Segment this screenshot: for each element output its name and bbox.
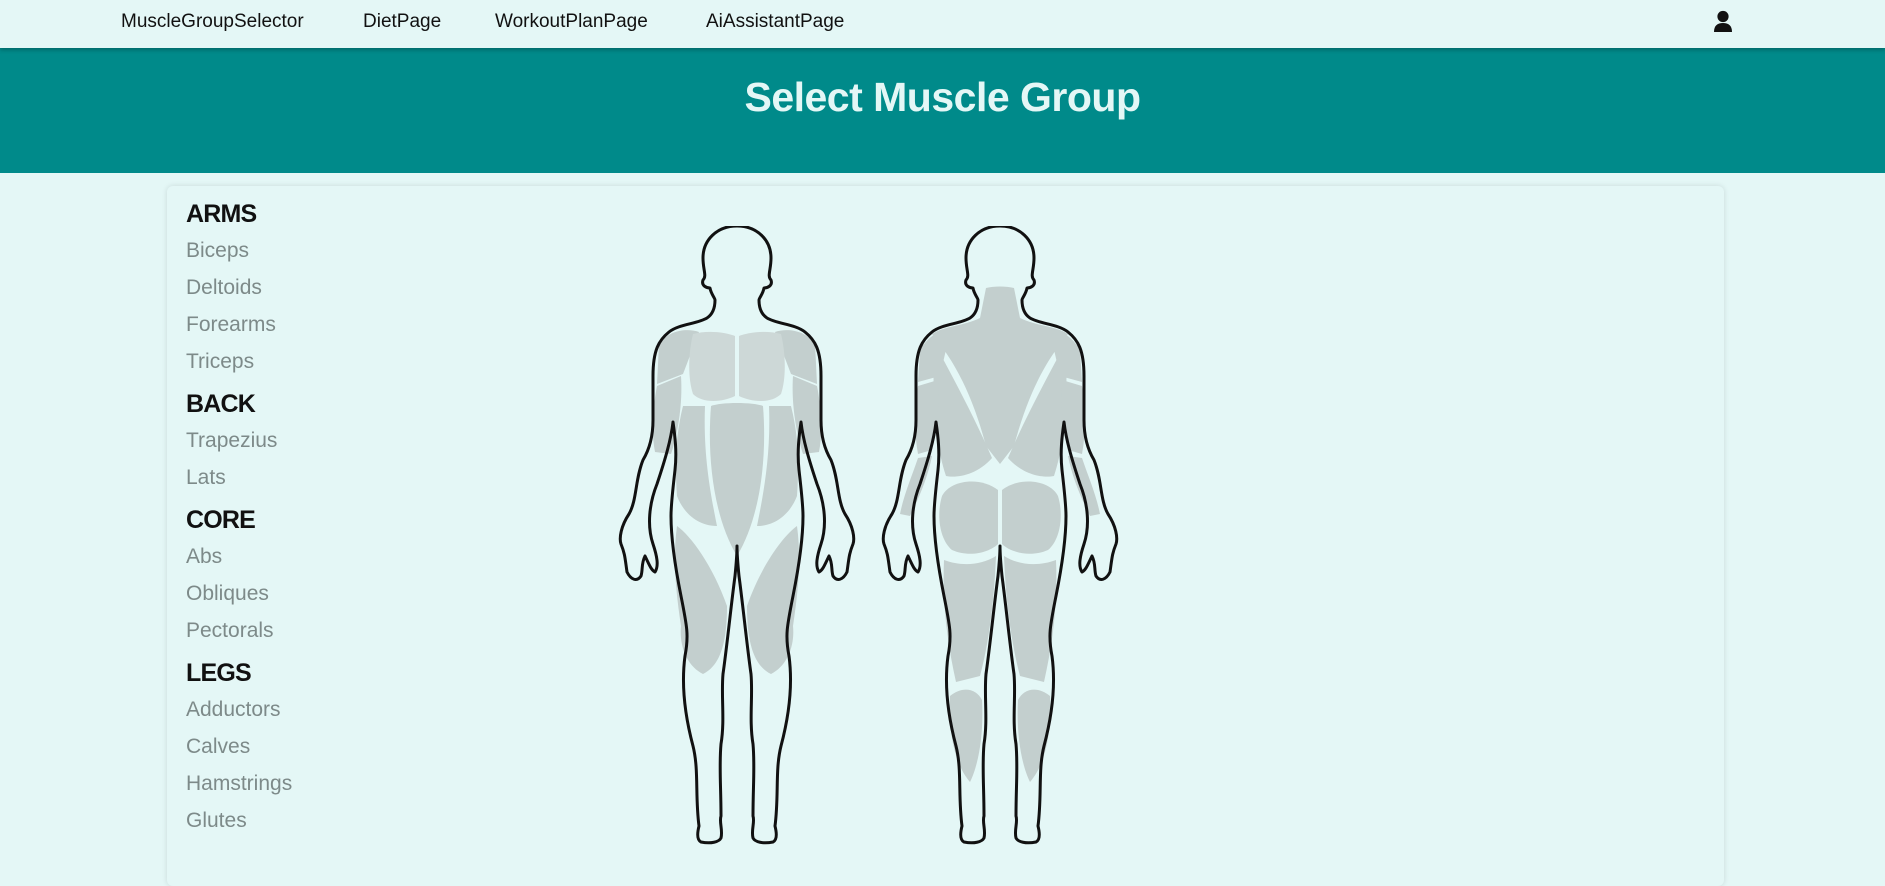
group-heading-legs: LEGS xyxy=(186,659,252,687)
user-icon xyxy=(1714,10,1732,32)
muscle-item-biceps[interactable]: Biceps xyxy=(186,232,292,269)
muscle-item-forearms[interactable]: Forearms xyxy=(186,306,292,343)
top-nav: MuscleGroupSelector DietPage WorkoutPlan… xyxy=(0,0,1885,48)
muscle-item-deltoids[interactable]: Deltoids xyxy=(186,269,292,306)
muscle-item-hamstrings[interactable]: Hamstrings xyxy=(186,765,292,802)
muscle-item-triceps[interactable]: Triceps xyxy=(186,343,292,380)
front-pectoral-left xyxy=(689,331,735,401)
page-title: Select Muscle Group xyxy=(744,74,1141,120)
muscle-item-trapezius[interactable]: Trapezius xyxy=(186,422,292,459)
nav-link-workout-plan-page[interactable]: WorkoutPlanPage xyxy=(495,11,648,33)
back-body-figure xyxy=(881,226,1119,845)
muscle-item-adductors[interactable]: Adductors xyxy=(186,691,292,728)
group-heading-back: BACK xyxy=(186,390,256,418)
nav-link-ai-assistant-page[interactable]: AiAssistantPage xyxy=(706,11,844,33)
muscle-item-calves[interactable]: Calves xyxy=(186,728,292,765)
nav-link-diet-page[interactable]: DietPage xyxy=(363,11,441,33)
back-glute-right xyxy=(1002,481,1061,554)
muscle-item-glutes[interactable]: Glutes xyxy=(186,802,292,839)
muscle-item-pectorals[interactable]: Pectorals xyxy=(186,612,292,649)
muscle-item-lats[interactable]: Lats xyxy=(186,459,292,496)
body-map xyxy=(618,226,1119,845)
nav-link-muscle-group-selector[interactable]: MuscleGroupSelector xyxy=(121,11,304,33)
front-body-figure xyxy=(618,226,856,845)
muscle-item-obliques[interactable]: Obliques xyxy=(186,575,292,612)
front-pectoral-right xyxy=(739,331,785,401)
back-tricep-left xyxy=(915,380,939,454)
back-glute-left xyxy=(939,481,998,554)
group-heading-core: CORE xyxy=(186,506,256,534)
muscle-selector-card: ARMS Biceps Deltoids Forearms Triceps BA… xyxy=(167,186,1724,886)
muscle-group-list: ARMS Biceps Deltoids Forearms Triceps BA… xyxy=(186,196,292,839)
group-heading-arms: ARMS xyxy=(186,200,257,228)
user-button[interactable] xyxy=(1710,9,1736,35)
muscle-item-abs[interactable]: Abs xyxy=(186,538,292,575)
back-tricep-right xyxy=(1061,380,1085,454)
page-header: Select Muscle Group xyxy=(0,48,1885,173)
